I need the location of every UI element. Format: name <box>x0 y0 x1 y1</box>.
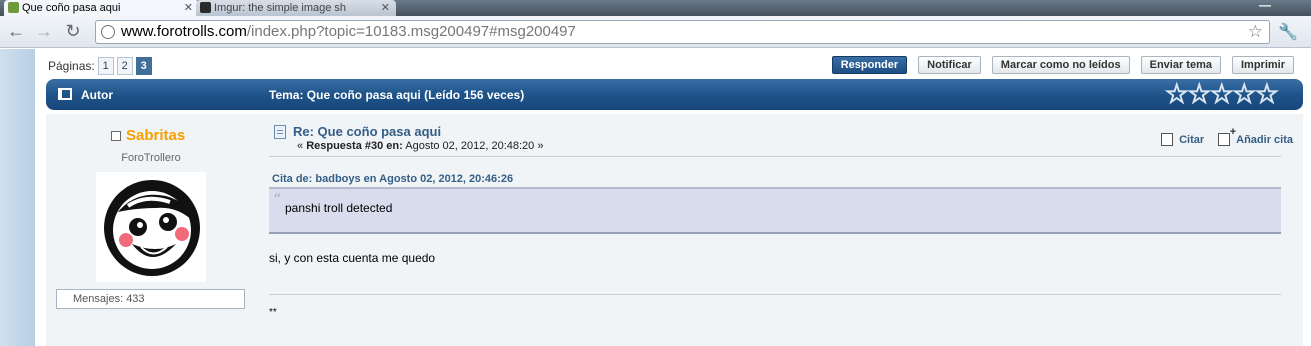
pagination-label: Páginas: <box>48 59 95 73</box>
reload-icon[interactable]: ↻ <box>63 21 83 41</box>
forotrolls-favicon-icon <box>8 2 19 13</box>
meta-prefix: « <box>297 140 307 152</box>
page-link-2[interactable]: 2 <box>116 57 133 75</box>
trollface-avatar-icon <box>104 180 200 276</box>
reply-button[interactable]: Responder <box>831 56 908 74</box>
signature: ** <box>269 307 277 318</box>
post-date: Agosto 02, 2012, 20:48:20 » <box>402 140 544 152</box>
quote-icon <box>1161 133 1174 146</box>
notify-button[interactable]: Notificar <box>918 56 981 74</box>
print-button[interactable]: Imprimir <box>1231 56 1294 74</box>
poster-name-text: Sabritas <box>126 127 186 144</box>
signature-divider <box>269 294 1281 295</box>
bookmark-star-icon[interactable]: ☆ <box>1248 22 1263 42</box>
page-link-current: 3 <box>135 57 152 75</box>
quote-label: Citar <box>1179 133 1205 146</box>
browser-toolbar: ← → ↻ www.forotrolls.com/index.php?topic… <box>0 16 1311 48</box>
star-icon: ★ <box>1188 81 1211 108</box>
offline-status-icon <box>111 130 121 141</box>
quote-text: panshi troll detected <box>285 201 393 215</box>
pagination: Páginas: 1 2 3 <box>48 57 152 75</box>
message-count: Mensajes: 433 <box>56 289 245 309</box>
star-icon: ★ <box>1211 81 1233 108</box>
browser-tab-strip: Que coño pasa aqui ✕ Imgur: the simple i… <box>0 0 1311 16</box>
tab-imgur[interactable]: Imgur: the simple image sh ✕ <box>196 0 396 16</box>
poster-info: Sabritas ForoTrollero Mensajes: 433 <box>46 114 256 346</box>
back-arrow-icon[interactable]: ← <box>6 21 26 41</box>
author-column-label: Autor <box>81 88 113 102</box>
poster-rank: ForoTrollero <box>121 152 181 164</box>
close-tab-icon[interactable]: ✕ <box>381 1 390 14</box>
post-actions: Citar Añadir cita <box>1147 126 1293 146</box>
minimize-window-icon[interactable]: — <box>1259 0 1271 12</box>
post-meta: « Respuesta #30 en: Agosto 02, 2012, 20:… <box>297 140 543 152</box>
wrench-menu-icon[interactable]: 🔧 <box>1278 22 1298 42</box>
address-bar[interactable]: www.forotrolls.com/index.php?topic=10183… <box>95 20 1270 44</box>
url-domain: www.forotrolls.com <box>121 23 247 40</box>
star-icon: ★ <box>1233 81 1256 108</box>
post-subject[interactable]: Re: Que coño pasa aqui <box>274 124 441 139</box>
post-body: si, y con esta cuenta me quedo <box>269 251 436 265</box>
forum-post: Sabritas ForoTrollero Mensajes: 433 Re: … <box>46 114 1303 346</box>
add-quote-label: Añadir cita <box>1236 133 1293 146</box>
topic-rating: ★ ★ ★ ★ ★ <box>1166 81 1279 108</box>
avatar[interactable] <box>96 172 206 282</box>
topic-action-buttons: Responder Notificar Marcar como no leído… <box>821 56 1294 74</box>
quote-mark-icon: “ <box>273 190 282 209</box>
add-quote-button[interactable]: Añadir cita <box>1218 126 1293 146</box>
topic-title: Tema: Que coño pasa aqui (Leído 156 vece… <box>269 88 525 102</box>
quote-block: “ panshi troll detected <box>269 187 1281 234</box>
reply-number: Respuesta #30 en: <box>306 140 403 152</box>
star-icon: ★ <box>1256 81 1278 108</box>
poster-name[interactable]: Sabritas <box>111 127 185 144</box>
document-icon <box>274 124 286 139</box>
url-text: www.forotrolls.com/index.php?topic=10183… <box>121 23 576 40</box>
web-page: Páginas: 1 2 3 Responder Notificar Marca… <box>0 49 1311 346</box>
quote-button[interactable]: Citar <box>1161 133 1204 146</box>
url-path: /index.php?topic=10183.msg200497#msg2004… <box>246 23 576 40</box>
tab-label: Imgur: the simple image sh <box>214 2 347 14</box>
post-subject-text: Re: Que coño pasa aqui <box>293 124 442 139</box>
topic-header-bar: Autor Tema: Que coño pasa aqui (Leído 15… <box>46 79 1303 110</box>
tab-que-cono-pasa-aqui[interactable]: Que coño pasa aqui ✕ <box>4 0 199 16</box>
star-icon: ★ <box>1166 81 1188 108</box>
quote-header[interactable]: Cita de: badboys en Agosto 02, 2012, 20:… <box>272 173 513 185</box>
add-quote-icon <box>1218 126 1236 146</box>
send-topic-button[interactable]: Enviar tema <box>1140 56 1221 74</box>
forward-arrow-icon[interactable]: → <box>34 21 54 41</box>
divider <box>269 156 1281 157</box>
post-content: Re: Que coño pasa aqui « Respuesta #30 e… <box>269 114 1303 346</box>
mark-unread-button[interactable]: Marcar como no leídos <box>991 56 1130 74</box>
page-info-icon[interactable] <box>101 25 115 39</box>
page-link-1[interactable]: 1 <box>97 57 114 75</box>
imgur-favicon-icon <box>200 2 211 13</box>
page-left-border <box>0 49 35 346</box>
tab-label: Que coño pasa aqui <box>22 2 121 14</box>
close-tab-icon[interactable]: ✕ <box>184 1 193 14</box>
book-icon <box>58 88 72 100</box>
